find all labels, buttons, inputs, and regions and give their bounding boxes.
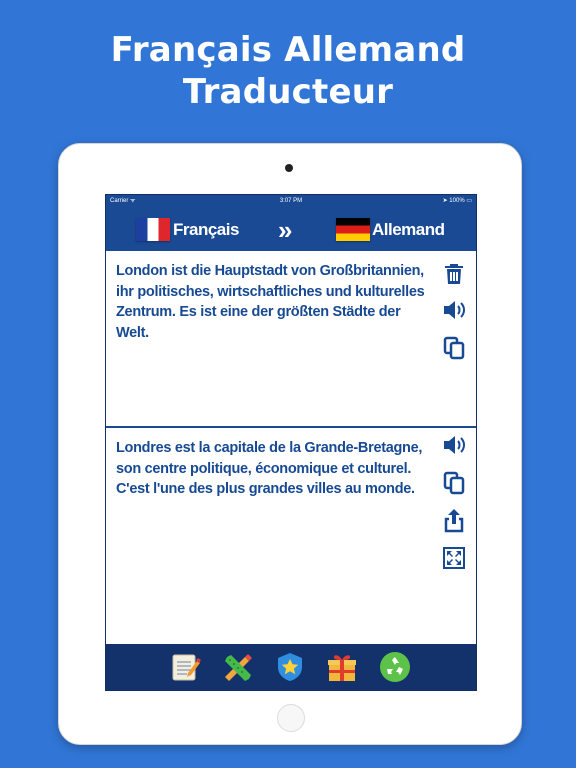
trash-icon[interactable] [441,261,467,287]
status-battery: ➤ 100% ▭ [442,198,472,204]
headline-line-2: Traducteur [182,72,394,112]
status-bar: Carrier ᯤ 3:07 PM ➤ 100% ▭ [106,195,476,207]
camera-dot [285,164,293,172]
swap-languages-button[interactable]: » [278,217,306,243]
share-icon[interactable] [441,508,467,534]
source-language-button[interactable]: Français [173,218,239,241]
result-copy-icon[interactable] [441,470,467,496]
copy-icon[interactable] [441,335,467,361]
expand-icon[interactable] [441,545,467,571]
french-flag-icon[interactable] [136,218,170,241]
result-speaker-icon[interactable] [441,432,467,458]
headline-line-1: Français Allemand [110,30,466,70]
app-screen: Carrier ᯤ 3:07 PM ➤ 100% ▭ Français » Al… [105,194,477,691]
tab-bar [106,644,476,690]
source-text[interactable]: London ist die Hauptstadt von Großbritan… [116,261,426,343]
german-flag-icon[interactable] [336,218,370,241]
target-language-button[interactable]: Allemand [372,218,445,241]
language-bar: Français » Allemand [106,207,476,251]
notepad-icon[interactable] [169,651,201,683]
recycle-icon[interactable] [379,651,411,683]
tablet-frame: Carrier ᯤ 3:07 PM ➤ 100% ▭ Français » Al… [58,143,522,745]
gift-icon[interactable] [326,651,358,683]
home-button[interactable] [277,704,305,732]
result-text[interactable]: Londres est la capitale de la Grande-Bre… [116,438,426,500]
tools-icon[interactable] [221,651,253,683]
source-text-pane[interactable]: London ist die Hauptstadt von Großbritan… [106,251,476,428]
result-text-pane[interactable]: Londres est la capitale de la Grande-Bre… [106,428,476,644]
speaker-icon[interactable] [441,297,467,323]
star-badge-icon[interactable] [274,651,306,683]
status-time: 3:07 PM [279,198,303,204]
